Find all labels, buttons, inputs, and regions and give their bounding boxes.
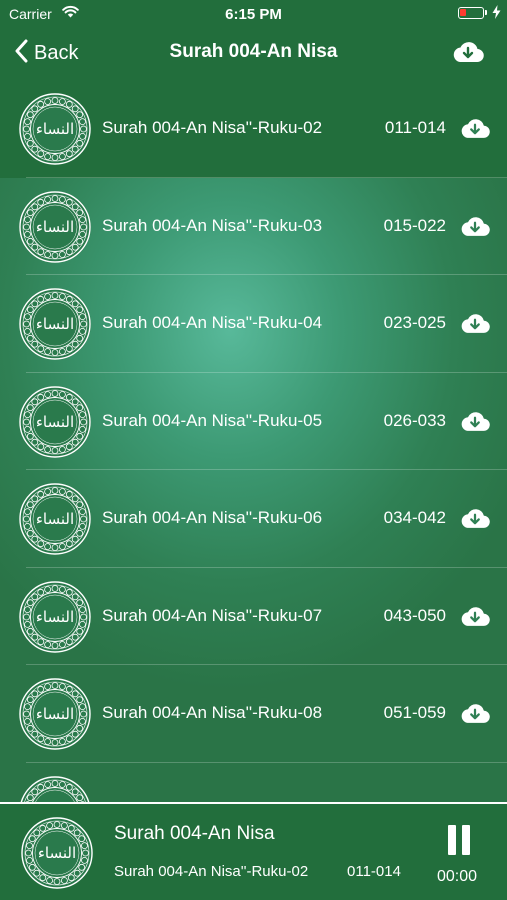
surah-artwork: النساء xyxy=(18,385,92,464)
list-item[interactable]: النساء Surah 004-An Nisa''-Ruku-08 051-05… xyxy=(0,665,507,763)
download-button[interactable] xyxy=(460,606,490,632)
item-title: Surah 004-An Nisa''-Ruku-04 xyxy=(102,313,323,332)
item-title: Surah 004-An Nisa''-Ruku-03 xyxy=(102,215,323,235)
download-button[interactable] xyxy=(460,216,490,242)
download-all-button[interactable] xyxy=(452,41,484,68)
item-range: 043-050 xyxy=(383,605,446,625)
art-calligraphy: النساء xyxy=(36,218,74,236)
surah-artwork: النساء xyxy=(18,287,92,366)
ruku-list: النساء Surah 004-An Nisa''-Ruku-02 011-01… xyxy=(0,80,507,860)
cloud-download-icon xyxy=(460,509,490,533)
item-title: Surah 004-An Nisa''-Ruku-06 xyxy=(102,508,323,527)
cloud-download-icon xyxy=(460,314,490,338)
surah-artwork: النساء xyxy=(18,92,92,171)
surah-artwork: النساء xyxy=(18,677,92,756)
player-range: 011-014 xyxy=(347,863,401,880)
item-range: 015-022 xyxy=(383,215,446,235)
page-title: Surah 004-An Nisa xyxy=(169,41,338,62)
surah-artwork: النساء xyxy=(18,190,92,269)
playback-time: 00:00 xyxy=(437,868,478,885)
mini-player[interactable]: النساء Surah 004-An Nisa Surah 004-An Ni… xyxy=(0,802,507,900)
item-title: Surah 004-An Nisa''-Ruku-08 xyxy=(102,703,323,722)
battery-icon xyxy=(458,7,484,19)
back-label: Back xyxy=(34,41,79,64)
item-title: Surah 004-An Nisa''-Ruku-02 xyxy=(102,118,323,137)
cloud-download-icon xyxy=(460,216,490,241)
art-calligraphy: النساء xyxy=(36,705,74,723)
art-calligraphy: النساء xyxy=(38,844,76,862)
item-range: 051-059 xyxy=(383,703,446,722)
list-item[interactable]: النساء Surah 004-An Nisa''-Ruku-07 043-05… xyxy=(0,568,507,665)
item-range: 026-033 xyxy=(383,410,446,430)
surah-artwork: النساء xyxy=(20,816,94,895)
status-bar: Carrier 6:15 PM xyxy=(0,0,507,28)
player-title: Surah 004-An Nisa xyxy=(114,823,275,844)
download-button[interactable] xyxy=(460,313,490,339)
list-item[interactable]: النساء Surah 004-An Nisa''-Ruku-05 026-03… xyxy=(0,373,507,470)
cloud-download-icon xyxy=(460,606,490,631)
list-item[interactable]: النساء Surah 004-An Nisa''-Ruku-04 023-02… xyxy=(0,275,507,373)
download-button[interactable] xyxy=(460,703,490,729)
download-button[interactable] xyxy=(460,118,490,144)
download-button[interactable] xyxy=(460,508,490,534)
back-button[interactable]: Back xyxy=(14,38,78,68)
list-item[interactable]: النساء Surah 004-An Nisa''-Ruku-06 034-04… xyxy=(0,470,507,568)
screen: Carrier 6:15 PM Back Surah 004-An Nisa ا… xyxy=(0,0,507,900)
cloud-download-icon xyxy=(460,411,490,436)
navigation-bar: Back Surah 004-An Nisa xyxy=(0,28,507,80)
player-subtitle: Surah 004-An Nisa''-Ruku-02 xyxy=(114,863,309,880)
art-calligraphy: النساء xyxy=(36,120,74,138)
clock: 6:15 PM xyxy=(225,6,282,23)
charging-bolt-icon xyxy=(492,5,501,24)
cloud-download-icon xyxy=(452,42,484,67)
art-calligraphy: النساء xyxy=(36,413,74,431)
item-title: Surah 004-An Nisa''-Ruku-07 xyxy=(102,605,323,625)
battery-tip xyxy=(485,10,487,15)
list-item[interactable]: النساء Surah 004-An Nisa''-Ruku-03 015-02… xyxy=(0,178,507,275)
item-title: Surah 004-An Nisa''-Ruku-05 xyxy=(102,410,323,430)
art-calligraphy: النساء xyxy=(36,510,74,528)
art-calligraphy: النساء xyxy=(36,608,74,626)
art-calligraphy: النساء xyxy=(36,315,74,333)
surah-artwork: النساء xyxy=(18,482,92,561)
item-range: 023-025 xyxy=(383,313,446,332)
item-range: 011-014 xyxy=(384,118,446,137)
chevron-left-icon xyxy=(14,39,28,68)
download-button[interactable] xyxy=(460,411,490,437)
list-item[interactable]: النساء Surah 004-An Nisa''-Ruku-02 011-01… xyxy=(0,80,507,178)
surah-artwork: النساء xyxy=(18,580,92,659)
item-range: 034-042 xyxy=(383,508,446,527)
cloud-download-icon xyxy=(460,704,490,728)
cloud-download-icon xyxy=(460,119,490,143)
